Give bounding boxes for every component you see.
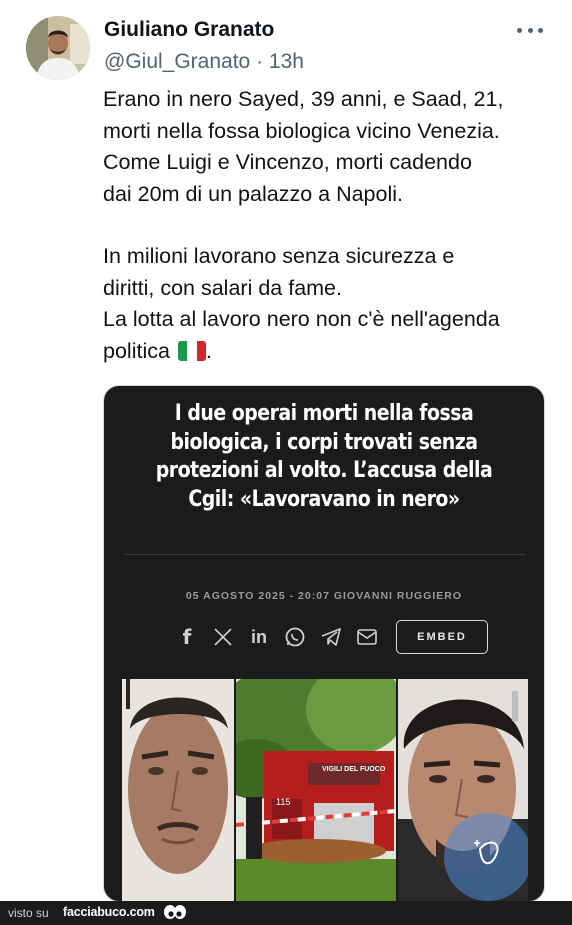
italy-flag-icon [177,340,206,361]
tweet-line: Come Luigi e Vincenzo, morti cadendo [103,150,472,174]
share-bar: f in EMBED [174,620,488,654]
watermark-prefix: visto su [8,906,49,920]
author-avatar[interactable] [26,16,90,80]
scene-photo: VIGILI DEL FUOCO 115 [236,679,396,901]
author-name[interactable]: Giuliano Granato [104,18,274,42]
tweet-line: In milioni lavorano senza sicurezza e [103,244,455,268]
mail-icon[interactable] [354,624,380,650]
x-icon[interactable] [210,624,236,650]
victim-photo-right [398,679,528,901]
embed-button[interactable]: EMBED [396,620,488,654]
tweet-line: Erano in nero Sayed, 39 anni, e Saad, 21… [103,87,504,111]
victim-photo-left [122,679,234,901]
tweet-time[interactable]: 13h [269,50,304,73]
article-photos[interactable]: VIGILI DEL FUOCO 115 [122,679,528,901]
tweet-line: diritti, con salari da fame. [103,275,342,300]
more-options-icon[interactable] [517,28,543,36]
facebook-icon[interactable]: f [174,624,200,650]
truck-text: VIGILI DEL FUOCO [322,766,386,773]
author-handle-line: @Giul_Granato · 13h [104,50,304,74]
watermark-bar: visto su facciabuco.com [0,901,572,925]
time-separator: · [250,50,269,73]
article-card[interactable]: I due operai morti nella fossa biologica… [103,385,545,902]
tweet-line: La lotta al lavoro nero non c'è nell'age… [103,307,500,331]
telegram-icon[interactable] [318,624,344,650]
whatsapp-icon[interactable] [282,624,308,650]
tweet-line: morti nella fossa biologica vicino Venez… [103,118,500,143]
truck-number: 115 [276,797,290,807]
linkedin-icon[interactable]: in [246,624,272,650]
tweet-line-last: politica . [103,338,212,363]
divider [124,554,526,555]
tweet-text: Erano in nero Sayed, 39 anni, e Saad, 21… [103,84,563,367]
eyes-logo-icon [164,905,186,919]
article-byline: 05 AGOSTO 2025 - 20:07 GIOVANNI RUGGIERO [185,590,463,602]
article-headline[interactable]: I due operai morti nella fossa biologica… [152,400,496,514]
tweet-line: dai 20m di un palazzo a Napoli. [103,181,403,206]
watermark-site[interactable]: facciabuco.com [63,905,155,919]
author-handle[interactable]: @Giul_Granato [104,50,250,73]
